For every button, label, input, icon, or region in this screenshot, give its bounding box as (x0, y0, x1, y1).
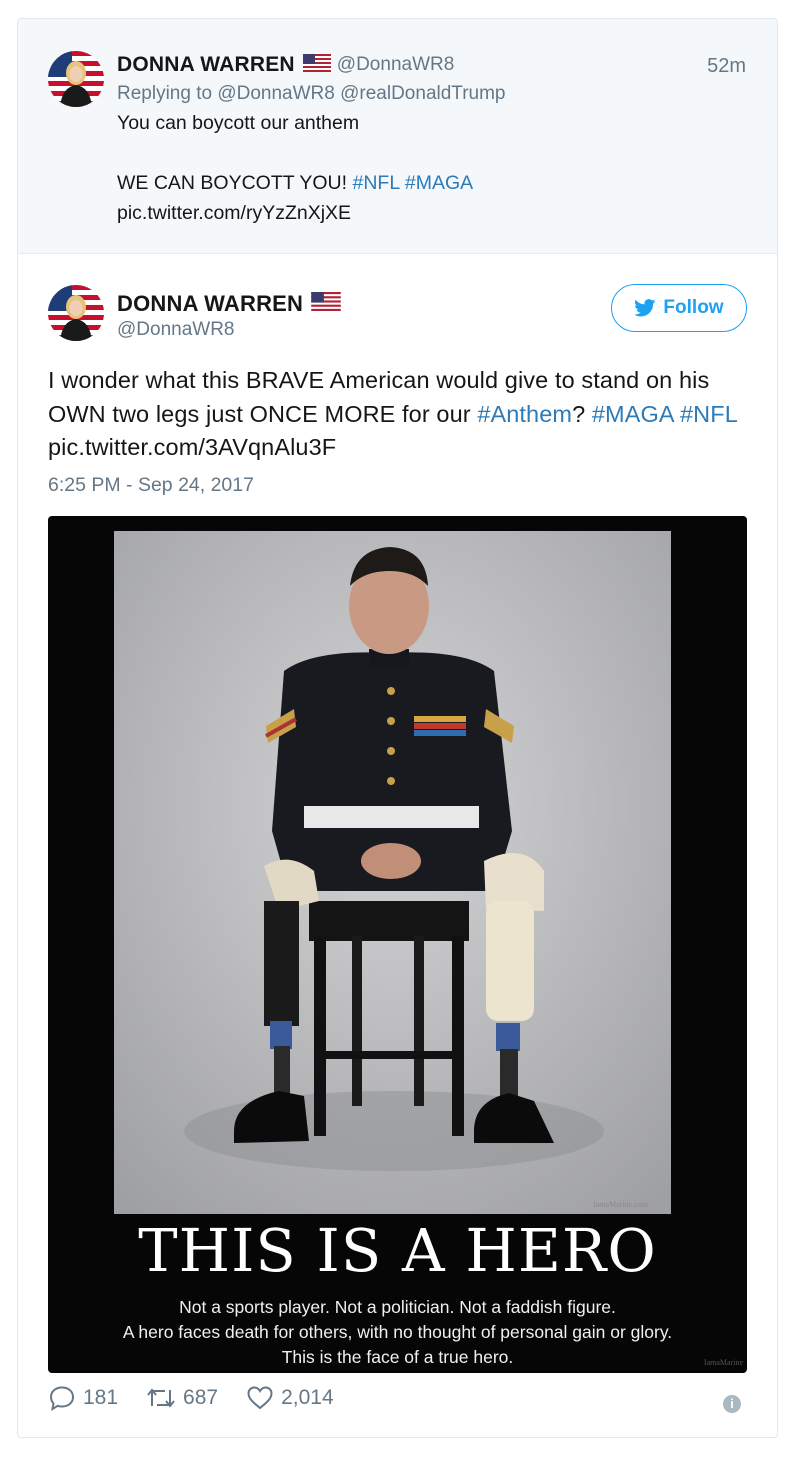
parent-tweet[interactable]: DONNA WARREN @DonnaWR8 52m Replying to @… (18, 19, 777, 254)
photo-watermark: IamaMarine.com (593, 1200, 648, 1209)
poster-caption-line3: This is the face of a true hero. (281, 1347, 514, 1367)
like-button[interactable]: 2,014 (246, 1385, 334, 1411)
relative-time[interactable]: 52m (707, 55, 746, 78)
parent-text-line1: You can boycott our anthem (117, 112, 360, 134)
tweet-card: DONNA WARREN @DonnaWR8 52m Replying to @… (17, 18, 778, 1438)
poster-caption-line2: A hero faces death for others, with no t… (122, 1322, 673, 1342)
hashtag-maga[interactable]: #MAGA (405, 172, 473, 194)
reply-icon (49, 1386, 75, 1411)
replying-handles[interactable]: @DonnaWR8 @realDonaldTrump (217, 83, 505, 104)
follow-button[interactable]: Follow (611, 284, 747, 332)
us-flag-icon (302, 53, 331, 77)
tweet-text-line1: I wonder what this BRAVE American would … (48, 367, 710, 393)
tweet-text-line2-body: OWN two legs just ONCE MORE for our (48, 401, 471, 427)
display-name[interactable]: DONNA WARREN (117, 291, 303, 317)
handle[interactable]: @DonnaWR8 (117, 319, 235, 341)
parent-text-boycott: WE CAN BOYCOTT YOU! (117, 172, 348, 194)
display-name[interactable]: DONNA WARREN (117, 53, 295, 77)
hashtag-maga[interactable]: #MAGA (592, 401, 673, 427)
like-count: 2,014 (281, 1386, 334, 1409)
tweet-pic-link[interactable]: pic.twitter.com/3AVqnAlu3F (48, 434, 336, 461)
avatar[interactable] (48, 51, 104, 107)
reply-button[interactable]: 181 (48, 1385, 118, 1411)
poster-caption-line1: Not a sports player. Not a politician. N… (179, 1297, 616, 1317)
action-bar: 181 687 2,014 (48, 1385, 362, 1411)
hashtag-nfl[interactable]: #NFL (352, 172, 399, 194)
reply-count: 181 (83, 1386, 119, 1409)
replying-label: Replying to (117, 83, 213, 104)
main-name-row[interactable]: DONNA WARREN (117, 291, 341, 317)
poster-title: THIS IS A HERO (138, 1216, 657, 1285)
tweet-timestamp[interactable]: 6:25 PM - Sep 24, 2017 (48, 474, 254, 497)
heart-icon (247, 1386, 273, 1410)
parent-name-row[interactable]: DONNA WARREN @DonnaWR8 (117, 53, 454, 77)
follow-label: Follow (663, 297, 724, 318)
info-icon[interactable] (723, 1395, 741, 1413)
hero-photo (114, 531, 671, 1214)
poster-watermark: IamaMarine (703, 1358, 743, 1367)
handle[interactable]: @DonnaWR8 (337, 54, 455, 76)
retweet-button[interactable]: 687 (146, 1386, 218, 1410)
twitter-bird-icon (634, 299, 656, 317)
retweet-icon (147, 1388, 175, 1408)
tweet-text-line2: OWN two legs just ONCE MORE for our #Ant… (48, 401, 738, 428)
avatar[interactable] (48, 285, 104, 341)
parent-text-line2: WE CAN BOYCOTT YOU! #NFL #MAGA (117, 172, 473, 195)
retweet-count: 687 (183, 1386, 219, 1409)
replying-to: Replying to @DonnaWR8 @realDonaldTrump (117, 83, 506, 105)
question-mark: ? (572, 401, 586, 427)
hashtag-nfl[interactable]: #NFL (680, 401, 738, 427)
hashtag-anthem[interactable]: #Anthem (477, 401, 572, 427)
us-flag-icon (311, 292, 341, 316)
parent-pic-link[interactable]: pic.twitter.com/ryYzZnXjXE (117, 202, 351, 225)
tweet-media[interactable]: IamaMarine.com THIS IS A HERO Not a spor… (48, 516, 747, 1373)
